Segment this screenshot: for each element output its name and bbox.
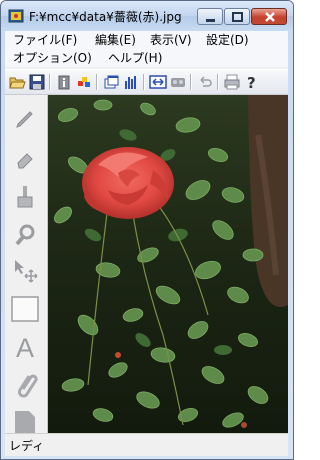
move-select-icon[interactable] <box>11 257 39 285</box>
eraser-icon[interactable] <box>11 145 39 173</box>
close-button[interactable] <box>251 8 287 25</box>
toolbar-separator <box>143 74 145 90</box>
maximize-button[interactable] <box>224 8 250 25</box>
rectangle-icon[interactable] <box>11 295 39 323</box>
app-icon[interactable] <box>8 8 24 24</box>
menu-help[interactable]: ヘルプ(H) <box>108 50 162 67</box>
save-icon[interactable] <box>28 73 46 91</box>
title-bar[interactable]: F:¥mcc¥data¥薔薇(赤).jpg <box>1 1 293 31</box>
toolbar-separator <box>190 74 192 90</box>
app-window: F:¥mcc¥data¥薔薇(赤).jpg ファイル(F) 編集(E) 表示(V… <box>0 0 294 460</box>
brush-icon[interactable] <box>11 183 39 211</box>
minimize-button[interactable] <box>197 8 223 25</box>
menu-file[interactable]: ファイル(F) <box>13 32 77 49</box>
tool-sidebar: A <box>5 95 48 433</box>
menu-bar: ファイル(F) 編集(E) 表示(V) 設定(D) オプション(O) ヘルプ(H… <box>5 31 288 67</box>
page-icon[interactable] <box>11 407 39 435</box>
menu-view[interactable]: 表示(V) <box>150 32 192 49</box>
status-text: レディ <box>9 439 45 453</box>
svg-text:?: ? <box>247 74 256 91</box>
color-icon[interactable] <box>75 73 93 91</box>
client-area: ファイル(F) 編集(E) 表示(V) 設定(D) オプション(O) ヘルプ(H… <box>5 31 288 456</box>
histogram-icon[interactable] <box>122 73 140 91</box>
text-icon[interactable]: A <box>11 333 39 363</box>
info-icon[interactable] <box>55 73 73 91</box>
toolbar-separator <box>49 74 51 90</box>
clip-icon[interactable] <box>11 371 39 399</box>
toolbar-separator <box>217 74 219 90</box>
menu-edit[interactable]: 編集(E) <box>95 32 136 49</box>
menu-options[interactable]: オプション(O) <box>13 50 92 67</box>
help-icon[interactable]: ? <box>243 73 261 92</box>
toolbar: ? <box>5 69 288 95</box>
pencil-icon[interactable] <box>11 105 39 133</box>
open-folder-icon[interactable] <box>8 73 26 91</box>
menu-settings[interactable]: 設定(D) <box>206 32 249 49</box>
text-tool-letter: A <box>16 333 34 361</box>
window-icon[interactable] <box>102 73 120 91</box>
window-title: F:¥mcc¥data¥薔薇(赤).jpg <box>29 10 182 24</box>
slideshow-icon[interactable] <box>169 73 187 91</box>
print-icon[interactable] <box>223 73 241 91</box>
fit-width-icon[interactable] <box>149 73 167 91</box>
image-canvas[interactable] <box>48 95 288 433</box>
status-bar: レディ <box>5 433 288 456</box>
toolbar-separator <box>96 74 98 90</box>
undo-icon[interactable] <box>196 73 214 91</box>
magnifier-icon[interactable] <box>11 221 39 249</box>
